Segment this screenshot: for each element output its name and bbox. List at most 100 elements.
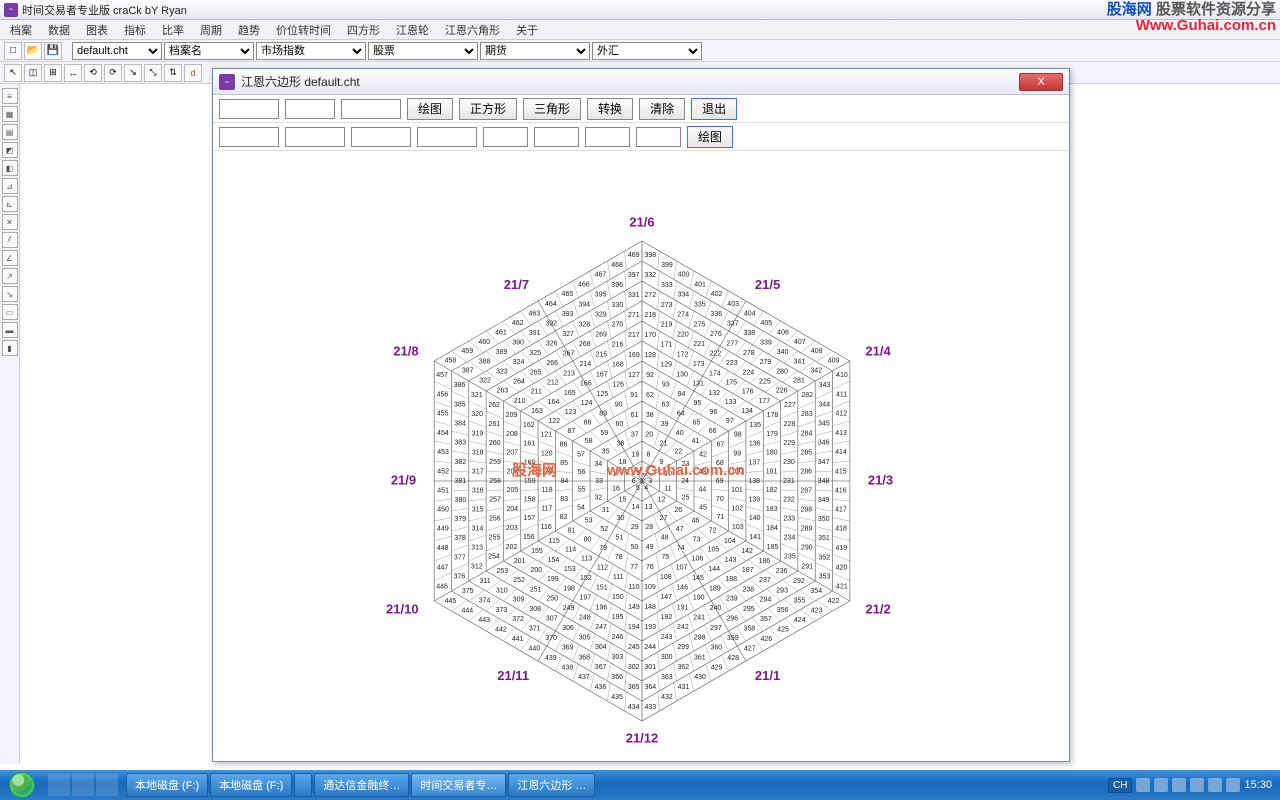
d2-input[interactable]	[285, 127, 345, 147]
tray-icon[interactable]	[1226, 778, 1240, 792]
menu-item[interactable]: 趋势	[232, 20, 266, 40]
menu-item[interactable]: 档案	[4, 20, 38, 40]
svg-text:21/3: 21/3	[868, 472, 893, 487]
tool2-icon[interactable]: ↘	[124, 64, 142, 82]
svg-text:股海网: 股海网	[512, 461, 557, 479]
tray-icon[interactable]	[1154, 778, 1168, 792]
drop-forex[interactable]: 外汇	[592, 42, 702, 60]
svg-text:333: 333	[661, 282, 673, 289]
menu-item[interactable]: 江恩六角形	[439, 20, 506, 40]
menu-item[interactable]: 关于	[510, 20, 544, 40]
svg-text:11: 11	[664, 485, 671, 492]
menu-item[interactable]: 指标	[118, 20, 152, 40]
tool2-icon[interactable]: ⇅	[164, 64, 182, 82]
tool2-icon[interactable]: d	[184, 64, 202, 82]
start-button[interactable]	[0, 770, 44, 800]
save-file-icon[interactable]: 💾	[44, 42, 62, 60]
d2-input[interactable]	[585, 127, 630, 147]
svg-text:275: 275	[694, 321, 706, 328]
d2-input[interactable]	[219, 127, 279, 147]
draw2-button[interactable]: 绘图	[687, 126, 733, 148]
open-file-icon[interactable]: 📂	[24, 42, 42, 60]
svg-text:123: 123	[565, 409, 577, 416]
tool2-icon[interactable]: ⟲	[84, 64, 102, 82]
svg-text:218: 218	[644, 312, 656, 319]
tool2-icon[interactable]: ↔	[64, 64, 82, 82]
vt-icon[interactable]: ↘	[2, 286, 18, 302]
ql-icon[interactable]	[48, 774, 70, 796]
svg-text:289: 289	[801, 525, 813, 532]
exit-button[interactable]: 退出	[691, 98, 737, 120]
triangle-button[interactable]: 三角形	[523, 98, 581, 120]
square-button[interactable]: 正方形	[459, 98, 517, 120]
tray-icon[interactable]	[1172, 778, 1186, 792]
vt-icon[interactable]: ⊾	[2, 196, 18, 212]
drop-stock[interactable]: 股票	[368, 42, 478, 60]
clear-button[interactable]: 清除	[639, 98, 685, 120]
file-select[interactable]: default.cht	[72, 42, 162, 60]
d2-input[interactable]	[483, 127, 528, 147]
vt-icon[interactable]: ▭	[2, 304, 18, 320]
svg-text:136: 136	[749, 441, 761, 448]
menu-item[interactable]: 图表	[80, 20, 114, 40]
svg-text:425: 425	[777, 626, 789, 633]
vt-icon[interactable]: ◧	[2, 160, 18, 176]
drop-archive[interactable]: 档案名	[164, 42, 254, 60]
d1-input-3[interactable]	[341, 99, 401, 119]
vt-icon[interactable]: ⊿	[2, 178, 18, 194]
d2-input[interactable]	[534, 127, 579, 147]
vt-icon[interactable]: ◩	[2, 142, 18, 158]
tray-icon[interactable]	[1136, 778, 1150, 792]
tool2-icon[interactable]: ↖	[4, 64, 22, 82]
lang-indicator[interactable]: CH	[1108, 778, 1132, 793]
tool2-icon[interactable]: ◫	[24, 64, 42, 82]
tool2-icon[interactable]: ⟳	[104, 64, 122, 82]
draw-button[interactable]: 绘图	[407, 98, 453, 120]
d2-input[interactable]	[351, 127, 411, 147]
ql-icon[interactable]	[72, 774, 94, 796]
task-button[interactable]: 时间交易者专…	[411, 773, 506, 797]
tray-icon[interactable]	[1190, 778, 1204, 792]
vt-icon[interactable]: ▬	[2, 322, 18, 338]
ql-icon[interactable]	[96, 774, 118, 796]
d2-input[interactable]	[636, 127, 681, 147]
svg-text:431: 431	[678, 684, 690, 691]
task-button[interactable]: 本地磁盘 (F:)	[126, 773, 208, 797]
vt-icon[interactable]: ⫽	[2, 232, 18, 248]
svg-text:267: 267	[563, 351, 575, 358]
vt-icon[interactable]: ▦	[2, 106, 18, 122]
drop-market[interactable]: 市场指数	[256, 42, 366, 60]
task-button[interactable]: 江恩六边形 …	[508, 773, 595, 797]
vt-icon[interactable]: ▮	[2, 340, 18, 356]
task-button[interactable]: 本地磁盘 (F:)	[210, 773, 292, 797]
menu-item[interactable]: 江恩轮	[390, 20, 435, 40]
drop-futures[interactable]: 期货	[480, 42, 590, 60]
tool2-icon[interactable]: ⊞	[44, 64, 62, 82]
new-file-icon[interactable]: □	[4, 42, 22, 60]
menu-item[interactable]: 周期	[194, 20, 228, 40]
vt-icon[interactable]: ≡	[2, 88, 18, 104]
menu-item[interactable]: 数据	[42, 20, 76, 40]
d1-input-1[interactable]	[219, 99, 279, 119]
vt-icon[interactable]: ▤	[2, 124, 18, 140]
vt-icon[interactable]: ✕	[2, 214, 18, 230]
d1-input-2[interactable]	[285, 99, 335, 119]
svg-text:5: 5	[636, 485, 640, 492]
convert-button[interactable]: 转换	[587, 98, 633, 120]
svg-text:339: 339	[760, 340, 772, 347]
svg-text:58: 58	[585, 438, 593, 445]
task-button[interactable]	[294, 773, 312, 797]
tray-icon[interactable]	[1208, 778, 1222, 792]
d2-input[interactable]	[417, 127, 477, 147]
close-button[interactable]: X	[1019, 73, 1063, 91]
vt-icon[interactable]: ↗	[2, 268, 18, 284]
menu-item[interactable]: 价位转时间	[270, 20, 337, 40]
tool2-icon[interactable]: ⤡	[144, 64, 162, 82]
svg-text:259: 259	[489, 459, 501, 466]
dialog-titlebar[interactable]: ~ 江恩六边形 default.cht X	[213, 69, 1069, 95]
svg-text:402: 402	[711, 291, 723, 298]
menu-item[interactable]: 四方形	[341, 20, 386, 40]
menu-item[interactable]: 比率	[156, 20, 190, 40]
task-button[interactable]: 通达信金融终…	[314, 773, 409, 797]
vt-icon[interactable]: ∠	[2, 250, 18, 266]
